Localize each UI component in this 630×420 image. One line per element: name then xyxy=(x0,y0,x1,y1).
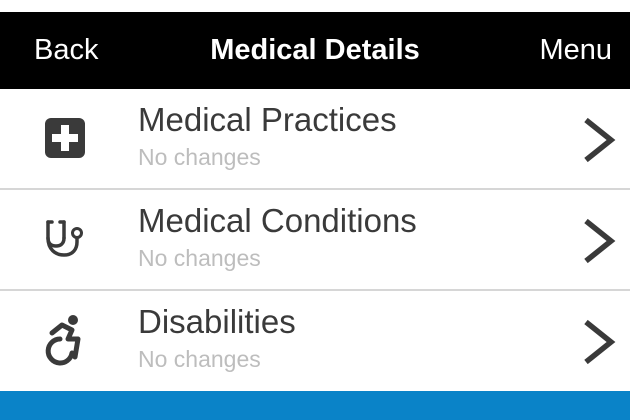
navigation-bar: Back Medical Details Menu xyxy=(0,12,630,89)
medical-plus-icon xyxy=(38,111,92,165)
chevron-right-icon xyxy=(578,216,618,266)
screen: Back Medical Details Menu Medical Practi… xyxy=(0,0,630,420)
list-item-disabilities[interactable]: Disabilities No changes xyxy=(0,291,630,392)
page-title: Medical Details xyxy=(210,34,420,66)
chevron-right-icon xyxy=(578,115,618,165)
chevron-right-icon xyxy=(578,317,618,367)
list-item-medical-practices[interactable]: Medical Practices No changes xyxy=(0,89,630,190)
item-title: Medical Conditions xyxy=(138,202,417,239)
status-strip xyxy=(0,0,630,12)
item-subtitle: No changes xyxy=(138,346,261,372)
footer-bar xyxy=(0,391,630,420)
wheelchair-icon xyxy=(38,313,92,367)
stethoscope-icon xyxy=(38,212,92,266)
list-item-medical-conditions[interactable]: Medical Conditions No changes xyxy=(0,190,630,291)
item-subtitle: No changes xyxy=(138,144,261,170)
item-title: Medical Practices xyxy=(138,101,397,138)
item-title: Disabilities xyxy=(138,303,296,340)
menu-button[interactable]: Menu xyxy=(539,12,612,89)
medical-details-list: Medical Practices No changes Medical Con… xyxy=(0,89,630,392)
item-subtitle: No changes xyxy=(138,245,261,271)
